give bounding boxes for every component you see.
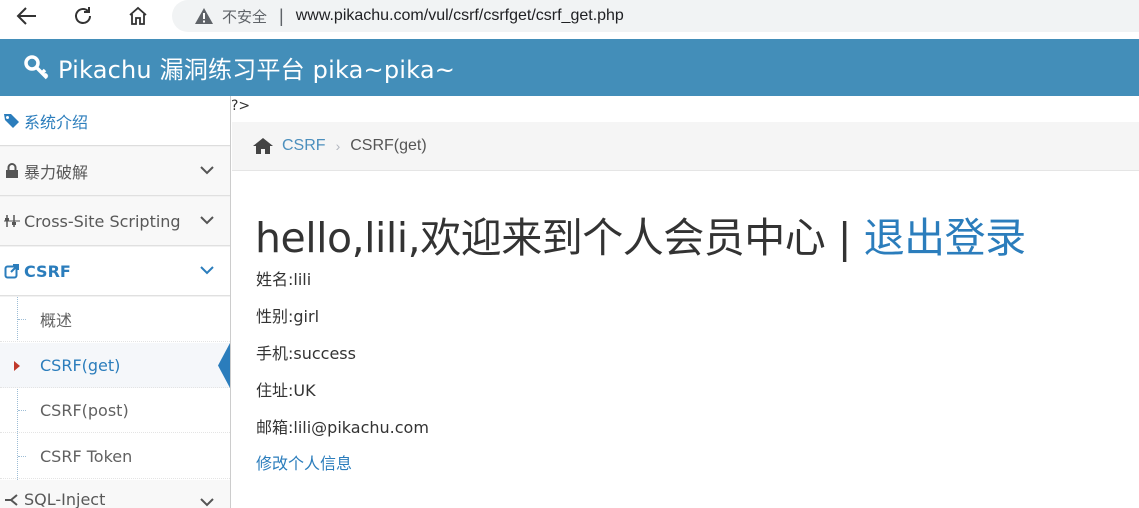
submenu-item-csrf-post[interactable]: CSRF(post) (0, 388, 230, 433)
address-separator: | (279, 5, 284, 26)
home-button[interactable] (122, 3, 154, 29)
info-email: 邮箱:lili@pikachu.com (256, 418, 429, 437)
site-header: Pikachu 漏洞练习平台 pika~pika~ (0, 39, 1139, 96)
sidebar-item-label: SQL-Inject (24, 490, 106, 508)
home-icon[interactable] (252, 137, 274, 155)
welcome-text: hello,lili,欢迎来到个人会员中心 | (255, 214, 864, 262)
sliders-icon (2, 214, 22, 228)
active-indicator-arrow-icon (218, 343, 230, 388)
sidebar-item-brute-force[interactable]: 暴力破解 (0, 147, 230, 196)
chevron-down-icon (200, 266, 214, 275)
external-link-icon (2, 263, 22, 279)
submenu-tree-dash (18, 456, 26, 457)
edit-profile-link[interactable]: 修改个人信息 (256, 450, 352, 474)
caret-right-icon (14, 361, 20, 371)
address-bar[interactable]: 不安全 | www.pikachu.com/vul/csrf/csrfget/c… (172, 0, 1139, 32)
submenu-item-label: CSRF(get) (40, 355, 121, 375)
breadcrumb-current: CSRF(get) (350, 137, 427, 154)
breadcrumb-separator-icon: › (335, 138, 341, 154)
breadcrumb-link-csrf[interactable]: CSRF (282, 137, 326, 155)
arrow-left-icon (16, 7, 36, 25)
info-phone: 手机:success (256, 344, 356, 363)
lock-icon (2, 163, 22, 179)
key-icon (24, 54, 49, 79)
sidebar-item-intro[interactable]: 系统介绍 (0, 96, 230, 146)
page-title: hello,lili,欢迎来到个人会员中心 | 退出登录 (255, 204, 1026, 264)
sidebar-item-csrf[interactable]: CSRF (0, 247, 230, 296)
fork-icon (2, 493, 22, 506)
submenu-tree-dash (18, 410, 26, 411)
info-name: 姓名:lili (256, 270, 312, 289)
submenu-item-label: 概述 (40, 311, 73, 330)
sidebar-item-sql-inject[interactable]: SQL-Inject (0, 480, 230, 508)
back-button[interactable] (11, 3, 43, 29)
sidebar-item-label: CSRF (24, 261, 71, 281)
tag-icon (2, 113, 22, 129)
chevron-down-icon (200, 498, 214, 507)
sidebar-item-xss[interactable]: Cross-Site Scripting (0, 197, 230, 246)
info-gender: 性别:girl (256, 307, 320, 326)
stray-php-text: ?> (231, 98, 251, 114)
warning-icon (195, 8, 213, 24)
reload-button[interactable] (67, 3, 99, 29)
browser-toolbar: 不安全 | www.pikachu.com/vul/csrf/csrfget/c… (0, 0, 1139, 38)
breadcrumb: CSRF › CSRF(get) (232, 122, 1139, 171)
url-text: www.pikachu.com/vul/csrf/csrfget/csrf_ge… (295, 7, 624, 24)
submenu-item-overview[interactable]: 概述 (0, 297, 230, 342)
submenu-item-csrf-get[interactable]: CSRF(get) (0, 343, 230, 388)
home-icon (129, 6, 147, 25)
sidebar-item-label: 系统介绍 (24, 112, 89, 132)
sidebar-item-label: 暴力破解 (24, 163, 89, 182)
reload-icon (75, 7, 91, 24)
info-address: 住址:UK (256, 381, 316, 400)
sidebar-item-label: Cross-Site Scripting (24, 211, 181, 231)
csrf-submenu: 概述 CSRF(get) CSRF(post) CSRF Token (0, 297, 230, 480)
logout-link[interactable]: 退出登录 (864, 214, 1027, 262)
insecure-label: 不安全 (222, 7, 268, 26)
sidebar: 系统介绍 暴力破解 Cross-Site Scripting CSRF 概述 C… (0, 96, 231, 508)
chevron-down-icon (200, 166, 214, 175)
submenu-item-csrf-token[interactable]: CSRF Token (0, 434, 230, 479)
submenu-item-label: CSRF Token (40, 446, 133, 466)
chevron-down-icon (200, 216, 214, 225)
submenu-tree-dash (18, 319, 26, 320)
submenu-item-label: CSRF(post) (40, 400, 129, 420)
site-title: Pikachu 漏洞练习平台 pika~pika~ (58, 56, 456, 84)
